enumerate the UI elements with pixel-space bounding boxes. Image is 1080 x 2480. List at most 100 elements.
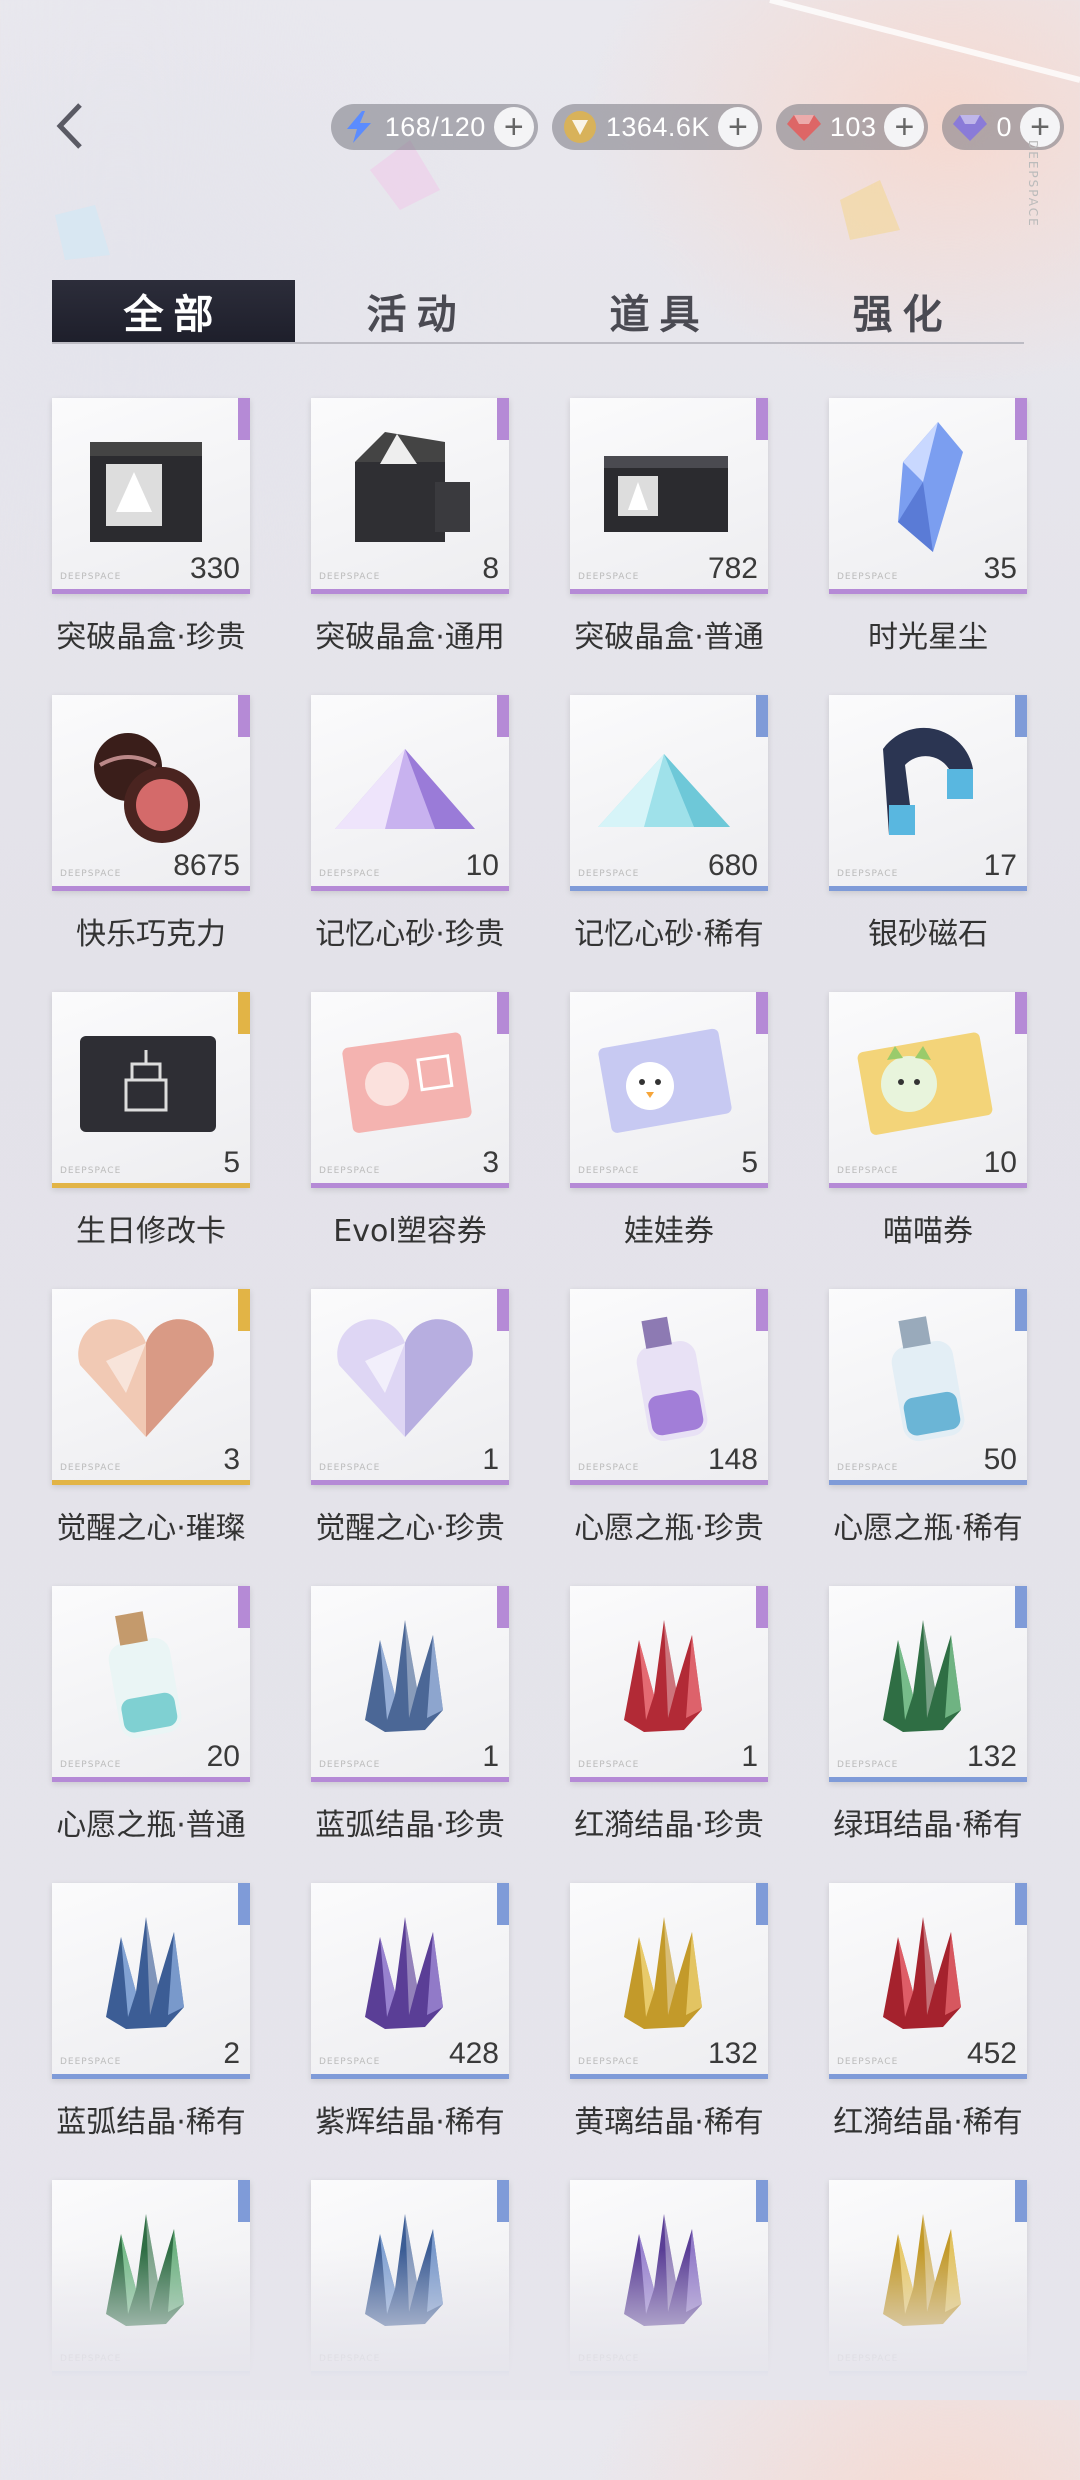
tab-upgrade[interactable]: 强化 [781,280,1024,342]
category-tabs: 全部 活动 道具 强化 [52,280,1024,344]
rarity-bar [570,886,768,891]
inventory-item[interactable]: DEEPSPACE 132 绿珥结晶·稀有 [829,1586,1027,1886]
card-brand: DEEPSPACE [837,1463,899,1473]
inventory-item[interactable]: DEEPSPACE 17 银砂磁石 [829,695,1027,995]
inventory-item[interactable]: DEEPSPACE 1 蓝弧结晶·珍贵 [311,1586,509,1886]
item-name: 突破晶盒·普通 [574,620,764,655]
ticket-doll-icon [584,1006,744,1152]
item-count: 3 [482,1146,499,1179]
card-brand: DEEPSPACE [60,1760,122,1770]
heart-lilac-icon [325,1303,485,1449]
rarity-bar [52,886,250,891]
tab-events[interactable]: 活动 [295,280,538,342]
rarity-bar [829,2074,1027,2079]
item-card: DEEPSPACE 330 [52,398,250,594]
item-count: 20 [206,1740,240,1773]
bottle-teal-icon [66,1600,226,1746]
shard-purple-icon [325,1897,485,2043]
chevron-left-icon [56,103,82,149]
inventory-item[interactable]: DEEPSPACE 148 心愿之瓶·珍贵 [570,1289,768,1589]
rarity-tag [1015,1289,1027,1331]
inventory-item[interactable]: DEEPSPACE 5 生日修改卡 [52,992,250,1292]
inventory-item[interactable]: DEEPSPACE 330 突破晶盒·珍贵 [52,398,250,698]
item-count: 2 [223,2037,240,2070]
rarity-bar [570,589,768,594]
item-name: 娃娃券 [624,1214,714,1249]
rarity-tag [756,992,768,1034]
item-count: 782 [707,552,758,585]
card-brand: DEEPSPACE [837,2057,899,2067]
rarity-tag [756,2180,768,2222]
card-brand: DEEPSPACE [837,1760,899,1770]
inventory-item[interactable]: DEEPSPACE 8675 快乐巧克力 [52,695,250,995]
inventory-item[interactable]: DEEPSPACE 3 觉醒之心·璀璨 [52,1289,250,1589]
item-name: 紫辉结晶·稀有 [315,2105,505,2140]
item-name: 心愿之瓶·珍贵 [574,1511,764,1546]
rarity-tag [1015,992,1027,1034]
rarity-tag [1015,398,1027,440]
item-card: DEEPSPACE 10 [829,992,1027,1188]
inventory-item[interactable]: DEEPSPACE 50 心愿之瓶·稀有 [829,1289,1027,1589]
inventory-item[interactable]: DEEPSPACE 10 喵喵券 [829,992,1027,1292]
rarity-bar [829,589,1027,594]
item-card: DEEPSPACE 2 [52,1883,250,2079]
card-brand: DEEPSPACE [319,869,381,879]
inventory-item[interactable]: DEEPSPACE 1 红漪结晶·珍贵 [570,1586,768,1886]
bottle-blue-icon [843,1303,1003,1449]
tab-items[interactable]: 道具 [538,280,781,342]
box-open-icon [325,412,485,558]
add-resource-button[interactable]: + [884,107,925,147]
inventory-item[interactable]: DEEPSPACE 782 突破晶盒·普通 [570,398,768,698]
card-brand: DEEPSPACE [319,1463,381,1473]
tab-all[interactable]: 全部 [52,280,295,342]
rarity-bar [829,1480,1027,1485]
inventory-item[interactable]: DEEPSPACE 8 突破晶盒·通用 [311,398,509,698]
inventory-item[interactable]: DEEPSPACE 5 娃娃券 [570,992,768,1292]
resource-stamina-bolt: 168/120 + [330,104,538,150]
inventory-item[interactable]: DEEPSPACE 428 紫辉结晶·稀有 [311,1883,509,2183]
rarity-bar [311,1777,509,1782]
card-brand: DEEPSPACE [319,572,381,582]
item-card: DEEPSPACE 1 [311,1289,509,1485]
resource-gold-coin: 1364.6K + [551,104,762,150]
shard-green-icon [843,1600,1003,1746]
inventory-item[interactable]: DEEPSPACE 2 蓝弧结晶·稀有 [52,1883,250,2183]
stamina-bolt-icon [339,107,379,147]
inventory-item[interactable]: DEEPSPACE 10 记忆心砂·珍贵 [311,695,509,995]
inventory-item[interactable]: DEEPSPACE 1 觉醒之心·珍贵 [311,1289,509,1589]
item-name: 觉醒之心·珍贵 [315,1511,505,1546]
inventory-item[interactable]: DEEPSPACE 132 黄璃结晶·稀有 [570,1883,768,2183]
card-brand: DEEPSPACE [837,869,899,879]
rarity-tag [238,992,250,1034]
item-name: 时光星尘 [868,620,988,655]
shard-gold-icon [584,1897,744,2043]
add-resource-button[interactable]: + [493,107,534,147]
card-brand: DEEPSPACE [60,1463,122,1473]
item-name: 黄璃结晶·稀有 [574,2105,764,2140]
inventory-item[interactable]: DEEPSPACE 20 心愿之瓶·普通 [52,1586,250,1886]
inventory-item[interactable]: DEEPSPACE 35 时光星尘 [829,398,1027,698]
rarity-bar [570,1183,768,1188]
add-resource-button[interactable]: + [717,107,758,147]
inventory-item[interactable]: DEEPSPACE 3 Evol塑容券 [311,992,509,1292]
card-brand: DEEPSPACE [60,869,122,879]
shard-red-big-icon [584,1600,744,1746]
item-count: 1 [741,1740,758,1773]
sand-purple-icon [325,709,485,855]
item-card: DEEPSPACE 50 [829,1289,1027,1485]
item-count: 10 [983,1146,1017,1179]
rarity-tag [1015,2180,1027,2222]
item-card: DEEPSPACE 148 [570,1289,768,1485]
item-count: 330 [189,552,240,585]
resource-purple-diamond: 0 + [942,104,1064,150]
card-brand: DEEPSPACE [578,572,640,582]
card-brand: DEEPSPACE [578,869,640,879]
item-count: 428 [448,2037,499,2070]
back-button[interactable] [40,96,100,156]
item-card: DEEPSPACE 132 [829,1586,1027,1782]
item-count: 680 [707,849,758,882]
item-count: 3 [223,1443,240,1476]
inventory-item[interactable]: DEEPSPACE 452 红漪结晶·稀有 [829,1883,1027,2183]
rarity-tag [1015,695,1027,737]
inventory-item[interactable]: DEEPSPACE 680 记忆心砂·稀有 [570,695,768,995]
